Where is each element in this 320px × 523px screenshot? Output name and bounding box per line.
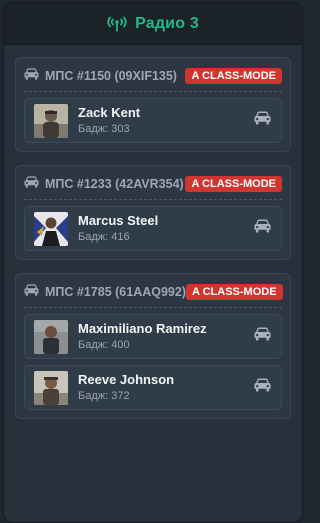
class-mode-badge: A CLASS-MODE bbox=[185, 175, 282, 192]
member-name: Reeve Johnson bbox=[78, 371, 175, 387]
car-icon[interactable] bbox=[254, 111, 271, 130]
avatar bbox=[34, 370, 68, 405]
avatar bbox=[34, 211, 68, 246]
divider bbox=[24, 199, 282, 200]
member-info: Marcus Steel Бадж: 416 bbox=[78, 213, 254, 245]
vehicle-title: МПС #1150 (09XIF135) bbox=[45, 68, 177, 83]
member-info: Reeve Johnson Бадж: 372 bbox=[78, 372, 254, 404]
panel-header: Радио 3 bbox=[4, 3, 302, 45]
vehicle-group: МПС #1150 (09XIF135) A CLASS-MODE Zack K… bbox=[15, 57, 291, 152]
radio-tower-icon bbox=[107, 16, 127, 32]
car-icon bbox=[24, 175, 39, 193]
vehicle-list: МПС #1150 (09XIF135) A CLASS-MODE Zack K… bbox=[4, 45, 302, 419]
member-row[interactable]: Marcus Steel Бадж: 416 bbox=[24, 206, 282, 251]
car-icon[interactable] bbox=[254, 219, 271, 238]
vehicle-header: МПС #1785 (61AAQ992) A CLASS-MODE bbox=[24, 282, 283, 301]
member-row[interactable]: Maximiliano Ramirez Бадж: 400 bbox=[24, 314, 282, 359]
member-info: Zack Kent Бадж: 303 bbox=[78, 105, 254, 137]
member-badge-number: Бадж: 303 bbox=[78, 122, 130, 135]
vehicle-header: МПС #1233 (42AVR354) A CLASS-MODE bbox=[24, 174, 282, 193]
member-badge-number: Бадж: 372 bbox=[78, 389, 130, 402]
member-name: Marcus Steel bbox=[78, 212, 159, 228]
avatar bbox=[34, 319, 68, 354]
radio-panel: Радио 3 МПС #1150 (09XIF135) A CLASS-MOD… bbox=[4, 3, 302, 522]
vehicle-title: МПС #1785 (61AAQ992) bbox=[45, 284, 186, 299]
panel-title: Радио 3 bbox=[135, 14, 199, 32]
member-info: Maximiliano Ramirez Бадж: 400 bbox=[78, 321, 254, 353]
avatar bbox=[34, 103, 68, 138]
car-icon bbox=[24, 67, 39, 85]
class-mode-badge: A CLASS-MODE bbox=[185, 67, 282, 84]
car-icon[interactable] bbox=[254, 378, 271, 397]
vehicle-group: МПС #1785 (61AAQ992) A CLASS-MODE Maximi… bbox=[15, 273, 291, 419]
member-row[interactable]: Reeve Johnson Бадж: 372 bbox=[24, 365, 282, 410]
member-name: Zack Kent bbox=[78, 104, 141, 120]
car-icon bbox=[24, 283, 39, 301]
vehicle-title: МПС #1233 (42AVR354) bbox=[45, 176, 184, 191]
divider bbox=[24, 307, 282, 308]
member-row[interactable]: Zack Kent Бадж: 303 bbox=[24, 98, 282, 143]
member-badge-number: Бадж: 416 bbox=[78, 230, 130, 243]
vehicle-group: МПС #1233 (42AVR354) A CLASS-MODE Marcus… bbox=[15, 165, 291, 260]
car-icon[interactable] bbox=[254, 327, 271, 346]
class-mode-badge: A CLASS-MODE bbox=[186, 283, 283, 300]
divider bbox=[24, 91, 282, 92]
member-badge-number: Бадж: 400 bbox=[78, 338, 130, 351]
vehicle-header: МПС #1150 (09XIF135) A CLASS-MODE bbox=[24, 66, 282, 85]
member-name: Maximiliano Ramirez bbox=[78, 320, 207, 336]
